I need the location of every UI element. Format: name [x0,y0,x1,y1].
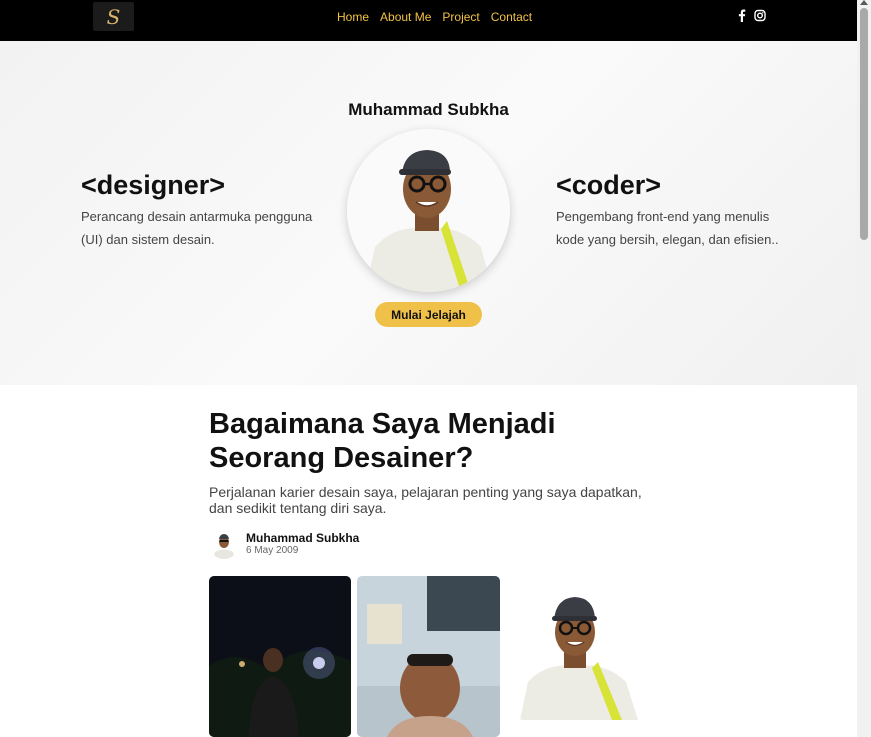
profile-photo [347,129,510,292]
profile-photo-illustration [347,129,510,292]
article-header: Bagaimana Saya Menjadi Seorang Desainer?… [209,407,659,516]
article-author: Muhammad Subkha 6 May 2009 [209,529,359,559]
logo[interactable]: S [93,2,134,31]
role-coder-title: <coder> [556,170,662,200]
scrollbar-thumb[interactable] [860,8,868,240]
role-designer-desc: Perancang desain antarmuka pengguna (UI)… [81,209,313,247]
role-designer: <designer> Perancang desain antarmuka pe… [81,169,321,251]
author-name: Muhammad Subkha [246,531,360,545]
instagram-icon[interactable] [754,9,766,22]
gallery-photo-portrait[interactable] [518,590,649,720]
scroll-up-arrow-icon[interactable] [860,0,868,5]
hero-section: Muhammad Subkha <designer> Perancang des… [0,41,857,385]
author-meta: Muhammad Subkha 6 May 2009 [246,531,359,557]
hero-name: Muhammad Subkha [348,100,509,119]
gallery-photo-room[interactable] [357,576,500,737]
gallery-photo-night[interactable] [209,576,351,737]
social-links [736,9,766,22]
role-designer-title: <designer> [81,170,226,200]
nav-link-about[interactable]: About Me [380,10,431,24]
nav-link-contact[interactable]: Contact [491,10,532,24]
role-coder: <coder> Pengembang front-end yang menuli… [556,169,796,251]
author-avatar [209,529,239,559]
nav-link-home[interactable]: Home [337,10,369,24]
role-coder-desc: Pengembang front-end yang menulis kode y… [556,209,779,247]
article-subtitle: Perjalanan karier desain saya, pelajaran… [209,484,642,516]
facebook-icon[interactable] [736,9,748,22]
navbar: S Home About Me Project Contact [0,0,857,41]
publish-date: 6 May 2009 [246,545,299,556]
nav-link-project[interactable]: Project [442,10,479,24]
logo-glyph: S [106,4,121,29]
start-explore-button[interactable]: Mulai Jelajah [375,302,482,327]
nav-links: Home About Me Project Contact [337,10,543,24]
article-title: Bagaimana Saya Menjadi Seorang Desainer? [209,408,556,474]
